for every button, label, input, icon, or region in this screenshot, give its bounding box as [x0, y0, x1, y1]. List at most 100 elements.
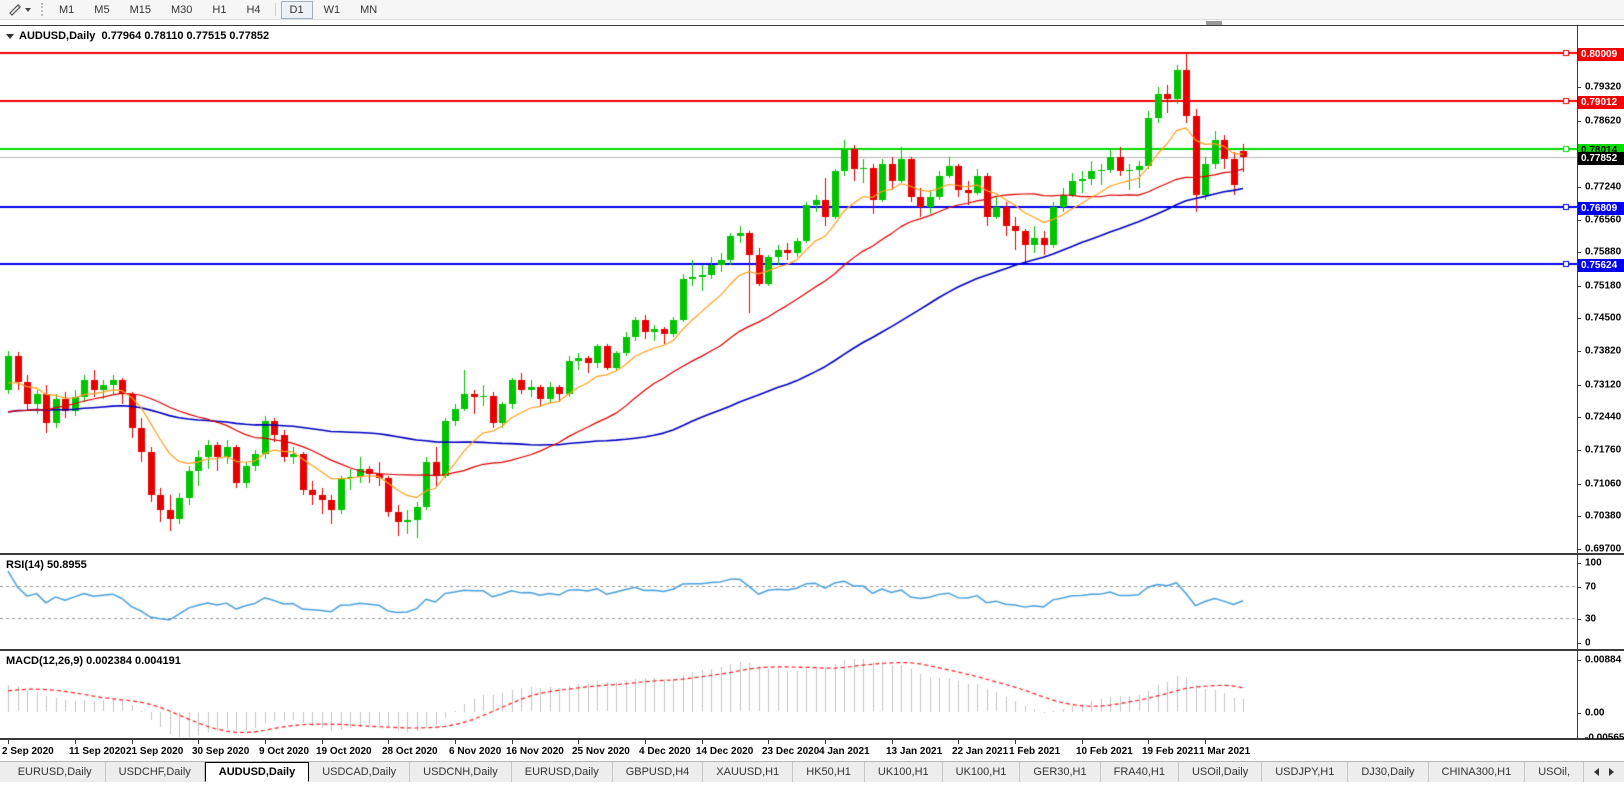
chart-tab-uk100-h1[interactable]: UK100,H1 [943, 762, 1021, 782]
date-axis-label: 22 Jan 2021 [952, 746, 1008, 757]
date-axis-label: 19 Feb 2021 [1142, 746, 1199, 757]
tab-list: EURUSD,DailyUSDCHF,DailyAUDUSD,DailyUSDC… [5, 762, 1584, 782]
timeframe-button-w1[interactable]: W1 [315, 1, 350, 19]
timeframe-buttons: M1M5M15M30H1H4 D1W1MN [49, 1, 387, 19]
price-axis-tick [1577, 385, 1581, 386]
chart-tab-china300-h1[interactable]: CHINA300,H1 [1429, 762, 1526, 782]
price-level-badge: 0.77852 [1578, 152, 1624, 165]
date-axis-label: 30 Sep 2020 [192, 746, 249, 757]
date-axis-tick [1148, 740, 1149, 744]
date-axis-tick [1082, 740, 1083, 744]
price-axis-label: 0.79320 [1585, 82, 1621, 93]
date-axis-tick [512, 740, 513, 744]
price-axis-label: 0.78620 [1585, 115, 1621, 126]
date-axis-label: 21 Sep 2020 [126, 746, 183, 757]
date-axis[interactable]: 2 Sep 2020 11 Sep 202021 Sep 2020 30 Sep 2… [0, 739, 1624, 760]
chart-tab-uk100-h1[interactable]: UK100,H1 [865, 762, 943, 782]
macd-label: MACD(12,26,9) 0.002384 0.004191 [6, 655, 181, 667]
chart-tab-usdcad-daily[interactable]: USDCAD,Daily [309, 762, 410, 782]
date-axis-label: 2 Sep 2020 [2, 746, 54, 757]
chart-tab-usoil-daily[interactable]: USOil,Daily [1179, 762, 1262, 782]
date-axis-tick [388, 740, 389, 744]
macd-panel: MACD(12,26,9) 0.002384 0.004191 0.00884 0… [0, 650, 1624, 739]
rsi-label: RSI(14) 50.8955 [6, 559, 87, 571]
timeframe-button-m5[interactable]: M5 [85, 1, 118, 19]
chart-tab-audusd-daily[interactable]: AUDUSD,Daily [205, 762, 309, 782]
rsi-axis-label: 30 [1585, 614, 1596, 625]
date-axis-tick [132, 740, 133, 744]
chart-tab-eurusd-daily[interactable]: EURUSD,Daily [5, 762, 106, 782]
chart-tab-ger30-h1[interactable]: GER30,H1 [1020, 762, 1100, 782]
price-axis-label: 0.70380 [1585, 511, 1621, 522]
macd-axis-tick [1577, 660, 1581, 661]
tabs-scroll-right-icon[interactable] [1609, 768, 1614, 776]
chart-tab-dj30-daily[interactable]: DJ30,Daily [1348, 762, 1428, 782]
price-axis-label: 0.77240 [1585, 181, 1621, 192]
price-axis-tick [1577, 549, 1581, 550]
main-chart-canvas[interactable] [0, 26, 1577, 553]
tab-nav [1584, 762, 1624, 782]
rsi-canvas[interactable] [0, 555, 1577, 649]
date-axis-label: 1 Feb 2021 [1009, 746, 1060, 757]
macd-axis-label: 0.00 [1585, 707, 1604, 718]
price-axis-label: 0.73820 [1585, 346, 1621, 357]
date-axis-tick [892, 740, 893, 744]
price-axis-label: 0.71760 [1585, 445, 1621, 456]
timeframe-button-m15[interactable]: M15 [121, 1, 160, 19]
date-axis-label: 9 Oct 2020 [259, 746, 309, 757]
date-axis-tick [578, 740, 579, 744]
price-axis-label: 0.75880 [1585, 247, 1621, 258]
price-axis-tick [1577, 318, 1581, 319]
price-axis-tick [1577, 351, 1581, 352]
chart-tab-gbpusd-h4[interactable]: GBPUSD,H4 [613, 762, 704, 782]
timeframe-button-d1[interactable]: D1 [281, 1, 313, 19]
date-axis-tick [75, 740, 76, 744]
date-axis-label: 25 Nov 2020 [572, 746, 630, 757]
chart-title: AUDUSD,Daily 0.77964 0.78110 0.77515 0.7… [6, 30, 269, 42]
toolbar-separator [275, 3, 276, 16]
timeframe-button-mn[interactable]: MN [351, 1, 386, 19]
timeframe-button-m30[interactable]: M30 [162, 1, 201, 19]
price-level-badge: 0.76809 [1578, 202, 1624, 215]
drawing-tools-button[interactable] [4, 2, 35, 18]
chart-tab-fra40-h1[interactable]: FRA40,H1 [1101, 762, 1179, 782]
date-axis-tick [645, 740, 646, 744]
rsi-axis-tick [1577, 563, 1581, 564]
rsi-axis-label: 70 [1585, 582, 1596, 593]
timeframe-button-h4[interactable]: H4 [237, 1, 269, 19]
collapse-triangle-icon [6, 34, 14, 39]
date-axis-tick [1015, 740, 1016, 744]
date-axis-label: 11 Sep 2020 [69, 746, 126, 757]
price-axis-label: 0.69700 [1585, 544, 1621, 555]
date-axis-tick [702, 740, 703, 744]
date-axis-tick [8, 740, 9, 744]
chart-tab-eurusd-daily[interactable]: EURUSD,Daily [512, 762, 613, 782]
price-axis-tick [1577, 187, 1581, 188]
price-axis-tick [1577, 252, 1581, 253]
chart-tab-usdchf-daily[interactable]: USDCHF,Daily [106, 762, 205, 782]
macd-axis-tick [1577, 713, 1581, 714]
timeframe-button-m1[interactable]: M1 [50, 1, 83, 19]
price-axis-tick [1577, 121, 1581, 122]
macd-canvas[interactable] [0, 651, 1577, 738]
tabs-scroll-left-icon[interactable] [1594, 768, 1599, 776]
date-axis-label: 1 Mar 2021 [1199, 746, 1250, 757]
drawing-tools-icon [8, 3, 22, 17]
chart-tab-hk50-h1[interactable]: HK50,H1 [793, 762, 865, 782]
price-axis-tick [1577, 450, 1581, 451]
chart-tab-xauusd-h1[interactable]: XAUUSD,H1 [703, 762, 793, 782]
date-axis-label: 19 Oct 2020 [316, 746, 372, 757]
chart-tab-usoil-[interactable]: USOil, [1525, 762, 1584, 782]
price-axis-tick [1577, 286, 1581, 287]
timeframe-button-h1[interactable]: H1 [203, 1, 235, 19]
date-axis-label: 13 Jan 2021 [886, 746, 942, 757]
macd-axis-label: 0.00884 [1585, 655, 1621, 666]
chart-tab-usdcnh-daily[interactable]: USDCNH,Daily [410, 762, 512, 782]
rsi-panel: RSI(14) 50.8955 10070300 [0, 554, 1624, 650]
chart-tab-usdjpy-h1[interactable]: USDJPY,H1 [1262, 762, 1348, 782]
macd-axis-line [1577, 651, 1578, 738]
price-axis-label: 0.73120 [1585, 379, 1621, 390]
price-level-badge: 0.75624 [1578, 259, 1624, 272]
price-axis-tick [1577, 516, 1581, 517]
date-axis-tick [825, 740, 826, 744]
